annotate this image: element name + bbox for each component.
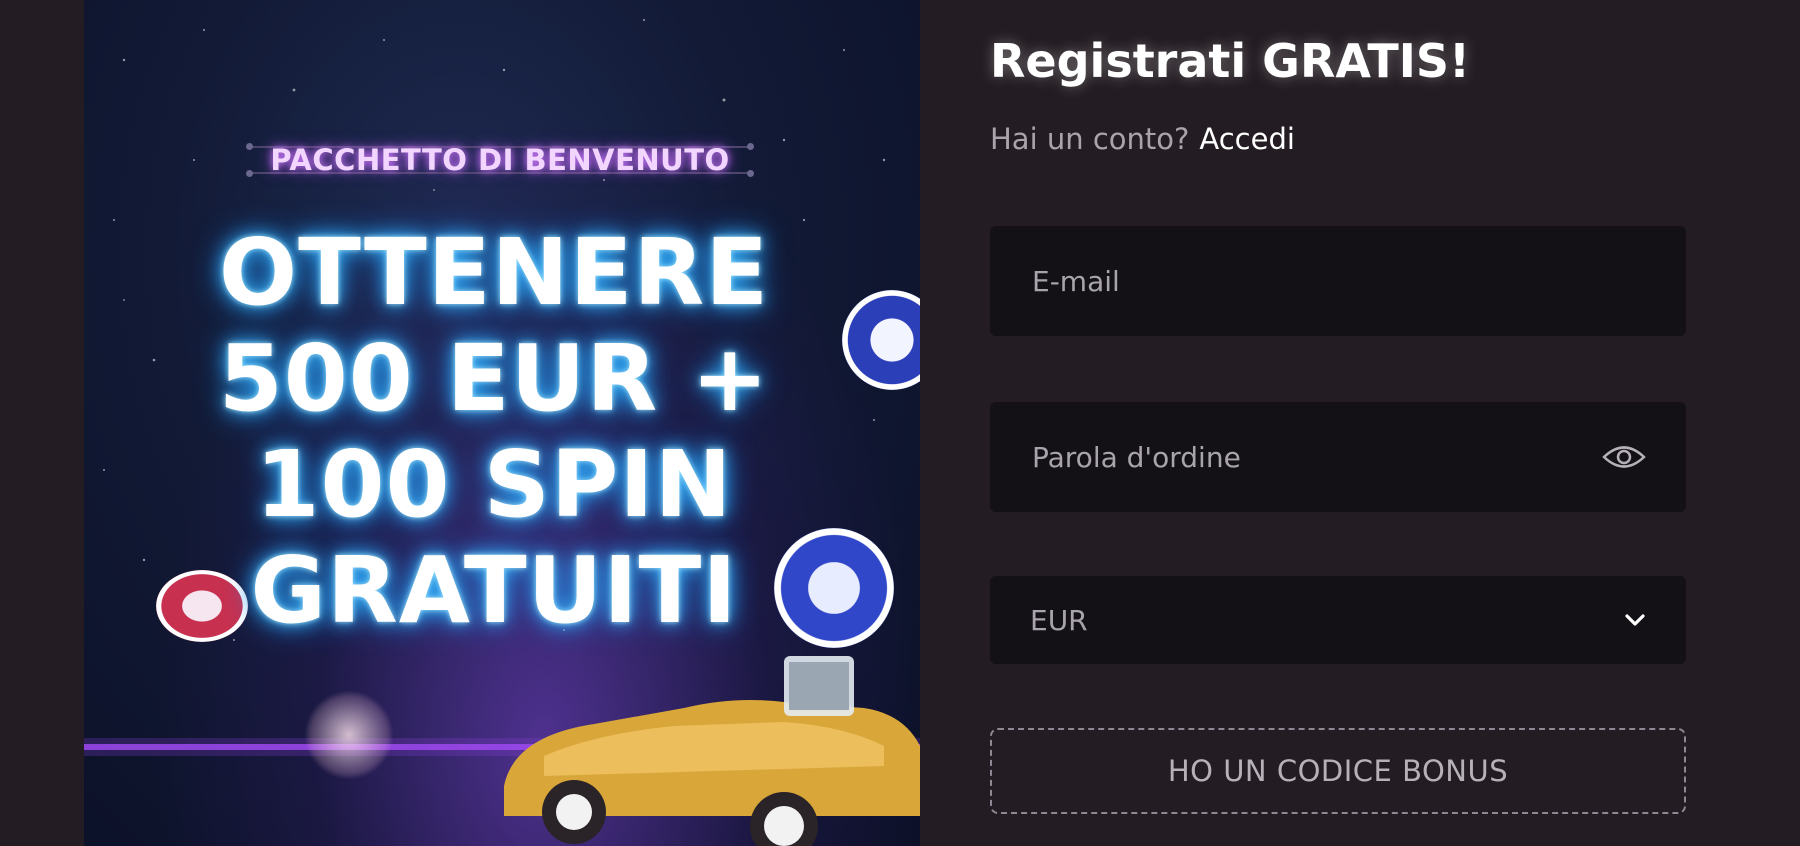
- promo-headline-line: GRATUITI: [250, 537, 738, 644]
- login-link[interactable]: Accedi: [1199, 122, 1295, 156]
- login-prompt-text: Hai un conto?: [990, 122, 1190, 156]
- eyebrow-dot-icon: [747, 143, 754, 150]
- promo-eyebrow: PACCHETTO DI BENVENUTO: [246, 138, 754, 182]
- currency-select-value: EUR: [1030, 603, 1088, 637]
- promo-headline-line: 100 SPIN: [255, 431, 733, 538]
- password-field-wrapper: [990, 402, 1686, 512]
- welcome-promo-banner: PACCHETTO DI BENVENUTO OTTENERE 500 EUR …: [84, 0, 920, 846]
- page-title: Registrati GRATIS!: [990, 34, 1470, 88]
- email-field[interactable]: [1030, 263, 1646, 299]
- eyebrow-dot-icon: [246, 170, 253, 177]
- promo-headline-line: 500 EUR +: [218, 325, 770, 432]
- login-prompt: Hai un conto? Accedi: [990, 122, 1295, 156]
- email-field-wrapper: [990, 226, 1686, 336]
- bonus-code-button[interactable]: HO UN CODICE BONUS: [990, 728, 1686, 814]
- promo-headline: OTTENERE 500 EUR + 100 SPIN GRATUITI: [124, 220, 864, 644]
- eyebrow-dot-icon: [246, 143, 253, 150]
- promo-headline-line: OTTENERE: [218, 219, 770, 326]
- currency-select[interactable]: EUR: [990, 576, 1686, 664]
- vintage-car-icon: [504, 656, 920, 846]
- chevron-down-icon: [1625, 614, 1645, 626]
- glow-orb-icon: [304, 690, 394, 780]
- eye-icon[interactable]: [1602, 442, 1646, 472]
- promo-eyebrow-text: PACCHETTO DI BENVENUTO: [270, 143, 730, 177]
- left-margin: [0, 0, 84, 846]
- password-field[interactable]: [1030, 439, 1590, 475]
- eyebrow-dot-icon: [747, 170, 754, 177]
